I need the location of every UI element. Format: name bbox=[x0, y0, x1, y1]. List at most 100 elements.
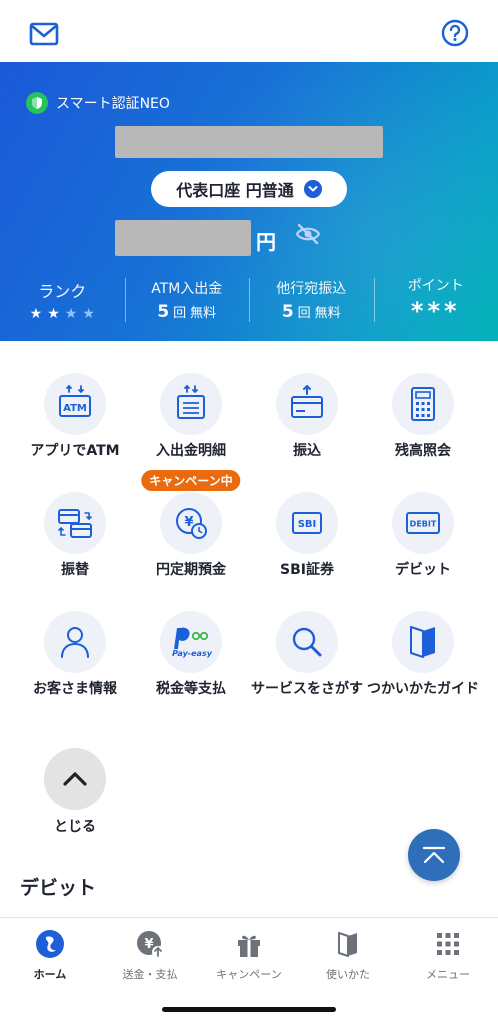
points-label: ポイント bbox=[407, 278, 464, 294]
atm-value: 5 回 無料 bbox=[157, 302, 216, 322]
close-button[interactable]: とじる bbox=[44, 748, 106, 836]
tile-label: お客さま情報 bbox=[33, 681, 117, 697]
atm-unit: 回 bbox=[173, 306, 187, 321]
atm-note: 無料 bbox=[190, 306, 217, 321]
account-summary-card: スマート認証NEO 代表口座 円普通 円 ランク ★ ★ ★ ★ ATM入出金 … bbox=[0, 62, 498, 341]
guide-book-icon bbox=[392, 611, 454, 673]
tile-yen-deposit[interactable]: キャンペーン中 ¥ 円定期預金 bbox=[129, 470, 253, 579]
rank-label: ランク bbox=[38, 282, 87, 301]
home-logo-icon bbox=[34, 928, 66, 960]
atm-count: 5 bbox=[157, 302, 170, 322]
transfer-count: 5 bbox=[281, 302, 294, 322]
tile-guide[interactable]: つかいかたガイド bbox=[361, 611, 485, 698]
nav-label: 使いかた bbox=[326, 968, 370, 981]
rank-stars: ★ ★ ★ ★ bbox=[30, 306, 95, 322]
chevron-up-icon bbox=[44, 748, 106, 810]
smart-auth-neo[interactable]: スマート認証NEO bbox=[26, 92, 170, 114]
tile-label: SBI証券 bbox=[280, 562, 334, 578]
calculator-icon bbox=[392, 373, 454, 435]
atm-icon-text: ATM bbox=[63, 403, 87, 414]
nav-menu[interactable]: メニュー bbox=[398, 928, 498, 982]
account-stats: ランク ★ ★ ★ ★ ATM入出金 5 回 無料 他行宛振込 5 回 無料 ポ… bbox=[0, 274, 498, 326]
transfer-icon bbox=[276, 373, 338, 435]
star-icon: ★ bbox=[64, 306, 78, 322]
tile-statement[interactable]: 入出金明細 bbox=[129, 373, 253, 460]
tile-label: デビット bbox=[395, 562, 451, 578]
tile-find-service[interactable]: サービスをさがす bbox=[245, 611, 369, 698]
chevron-down-icon bbox=[303, 180, 322, 198]
close-label: とじる bbox=[54, 819, 96, 835]
search-icon bbox=[276, 611, 338, 673]
gift-icon bbox=[233, 928, 265, 960]
nav-send-pay[interactable]: ¥ 送金・支払 bbox=[100, 928, 200, 982]
help-icon[interactable] bbox=[438, 16, 472, 50]
tile-atm-app[interactable]: ATM アプリでATM bbox=[13, 373, 137, 460]
nav-guide[interactable]: 使いかた bbox=[298, 928, 398, 982]
shield-icon bbox=[26, 92, 48, 114]
tile-label: 入出金明細 bbox=[156, 443, 226, 459]
atm-stat[interactable]: ATM入出金 5 回 無料 bbox=[124, 274, 250, 326]
tile-customer-info[interactable]: お客さま情報 bbox=[13, 611, 137, 698]
rank-stat[interactable]: ランク ★ ★ ★ ★ bbox=[0, 274, 125, 326]
nav-label: キャンペーン bbox=[216, 968, 282, 981]
tile-account-transfer[interactable]: 振替 bbox=[13, 492, 137, 579]
transfer-note: 無料 bbox=[314, 306, 341, 321]
tile-debit[interactable]: DEBIT デビット bbox=[361, 492, 485, 579]
tile-label: 振替 bbox=[61, 562, 89, 578]
tile-label: 残高照会 bbox=[395, 443, 451, 459]
campaign-badge: キャンペーン中 bbox=[141, 470, 241, 491]
points-stat[interactable]: ポイント *** bbox=[373, 274, 498, 326]
home-indicator bbox=[162, 1007, 336, 1012]
atm-app-icon: ATM bbox=[44, 373, 106, 435]
mail-icon[interactable] bbox=[24, 18, 64, 50]
scroll-to-top-button[interactable] bbox=[408, 829, 460, 881]
tile-label: サービスをさがす bbox=[251, 681, 363, 697]
tile-transfer[interactable]: 振込 bbox=[245, 373, 369, 460]
tile-label: アプリでATM bbox=[30, 443, 120, 459]
transfer-value: 5 回 無料 bbox=[282, 302, 341, 322]
person-icon bbox=[44, 611, 106, 673]
star-icon: ★ bbox=[47, 306, 60, 322]
nav-campaign[interactable]: キャンペーン bbox=[199, 928, 299, 982]
tile-label: 税金等支払 bbox=[156, 681, 226, 697]
sbi-icon-text: SBI bbox=[298, 519, 317, 530]
debit-icon-text: DEBIT bbox=[410, 520, 437, 529]
points-value: *** bbox=[410, 297, 461, 325]
yen-deposit-icon: ¥ bbox=[160, 492, 222, 554]
tile-balance[interactable]: 残高照会 bbox=[361, 373, 485, 460]
nav-label: 送金・支払 bbox=[122, 968, 178, 981]
debit-icon: DEBIT bbox=[392, 492, 454, 554]
statement-icon bbox=[160, 373, 222, 435]
transfer-unit: 回 bbox=[297, 306, 311, 321]
svg-text:¥: ¥ bbox=[144, 937, 153, 952]
tile-tax-payment[interactable]: Pay-easy 税金等支払 bbox=[129, 611, 253, 698]
tile-label: 円定期預金 bbox=[156, 562, 226, 578]
nav-label: ホーム bbox=[33, 968, 67, 981]
section-title: デビット bbox=[20, 877, 97, 899]
star-icon: ★ bbox=[82, 306, 95, 322]
tile-sbi[interactable]: SBI SBI証券 bbox=[245, 492, 369, 579]
card-swap-icon bbox=[44, 492, 106, 554]
tile-label: 振込 bbox=[293, 443, 321, 459]
payeasy-icon-text: Pay-easy bbox=[172, 649, 213, 658]
scroll-top-icon bbox=[422, 846, 446, 864]
grid-menu-icon bbox=[432, 928, 464, 960]
account-selector-label: 代表口座 円普通 bbox=[176, 181, 294, 200]
masked-account-name bbox=[115, 126, 383, 158]
top-bar bbox=[0, 0, 498, 62]
account-selector[interactable]: 代表口座 円普通 bbox=[151, 171, 347, 207]
eye-off-icon[interactable] bbox=[294, 222, 322, 246]
book-icon bbox=[332, 928, 364, 960]
transfer-label: 他行宛振込 bbox=[276, 281, 347, 297]
balance-unit: 円 bbox=[256, 230, 276, 254]
transfer-stat[interactable]: 他行宛振込 5 回 無料 bbox=[249, 274, 374, 326]
sbi-icon: SBI bbox=[276, 492, 338, 554]
smart-auth-label: スマート認証NEO bbox=[56, 96, 170, 112]
masked-balance bbox=[115, 220, 251, 256]
star-icon: ★ bbox=[29, 306, 43, 322]
yen-send-icon: ¥ bbox=[134, 928, 166, 960]
nav-label: メニュー bbox=[426, 968, 470, 981]
tile-label: つかいかたガイド bbox=[367, 681, 479, 697]
payeasy-icon: Pay-easy bbox=[160, 611, 222, 673]
nav-home[interactable]: ホーム bbox=[0, 928, 100, 982]
